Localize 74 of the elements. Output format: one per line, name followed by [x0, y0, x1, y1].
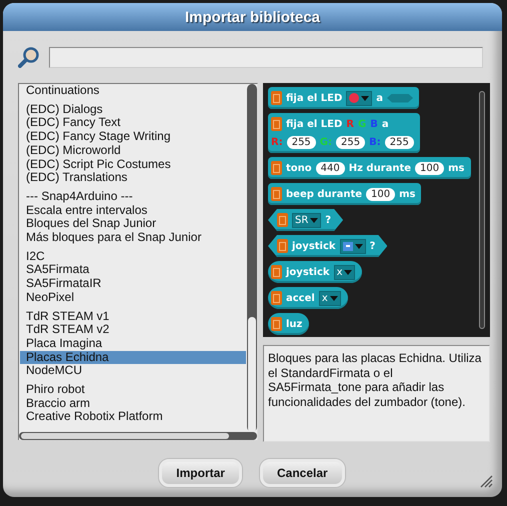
block-label: tono [286, 162, 312, 174]
search-icon [18, 46, 40, 68]
library-item[interactable]: Escala entre intervalos [20, 204, 246, 218]
library-item[interactable]: SA5Firmata [20, 263, 246, 278]
library-item[interactable]: Placas Echidna [20, 350, 246, 364]
vertical-scrollbar[interactable] [479, 91, 485, 329]
block-label: accel [286, 292, 315, 304]
library-item[interactable]: I2C [20, 250, 246, 264]
tile-icon [271, 161, 282, 175]
library-item[interactable]: TdR STEAM v2 [20, 323, 246, 337]
color-dropdown[interactable] [346, 90, 372, 106]
resize-grip-icon[interactable] [479, 474, 493, 488]
dropdown[interactable]: SR [292, 212, 322, 228]
library-item[interactable]: (EDC) Dialogs [20, 102, 246, 116]
library-item[interactable]: NodeMCU [20, 364, 246, 378]
number-slot[interactable]: 440 [316, 162, 345, 174]
block-label: joystick [292, 240, 336, 252]
library-item[interactable]: (EDC) Fancy Stage Writing [20, 130, 246, 144]
block-label: G [358, 118, 366, 130]
tile-icon [271, 291, 282, 305]
import-button[interactable]: Importar [159, 459, 242, 487]
tile-icon [277, 239, 288, 253]
block-label: fija el LED [286, 118, 342, 130]
library-item[interactable]: Braccio arm [20, 396, 246, 410]
library-item[interactable]: Creative Robotix Platform [20, 410, 246, 424]
block-label: R: [271, 136, 283, 148]
tile-icon [271, 187, 282, 201]
block-label: B [370, 118, 378, 130]
dropdown[interactable]: x [334, 264, 356, 280]
block-label: ? [325, 214, 332, 226]
number-slot[interactable]: 255 [286, 136, 316, 148]
tile-icon [271, 91, 282, 105]
window-title: Importar biblioteca [184, 8, 320, 26]
library-item[interactable]: TdR STEAM v1 [20, 310, 246, 324]
library-item[interactable]: Más bloques para el Snap Junior [20, 231, 246, 245]
block-label: ms [448, 162, 465, 174]
block-label: luz [286, 318, 302, 330]
vertical-scrollbar[interactable] [247, 84, 257, 432]
tile-icon [271, 317, 282, 331]
block-label: joystick [286, 266, 330, 278]
block-label: fija el LED [286, 92, 342, 104]
number-slot[interactable]: 255 [384, 136, 414, 148]
block-label: G: [320, 136, 332, 148]
block-label: R [346, 118, 354, 130]
block-label: ms [399, 188, 416, 200]
library-item[interactable]: SA5FirmataIR [20, 277, 246, 291]
library-item[interactable]: Phiro robot [20, 383, 246, 397]
description-text: Bloques para las placas Echidna. Utiliza el StandardFirmata o el SA5Firmata_tone para añadir las funcionalidades del zumbador (tone). [263, 345, 490, 442]
block-label: a [382, 118, 389, 130]
dropdown[interactable]: x [318, 290, 341, 306]
library-item[interactable]: NeoPixel [20, 290, 246, 305]
search-field[interactable] [49, 46, 483, 68]
library-item[interactable]: Bloques del Snap Junior [20, 217, 246, 232]
block-label: beep durante [286, 188, 362, 200]
horizontal-scrollbar[interactable] [19, 432, 257, 440]
library-item[interactable]: (EDC) Script Pic Costumes [20, 158, 246, 172]
number-slot[interactable]: 255 [336, 136, 366, 148]
number-slot[interactable]: 100 [366, 188, 396, 200]
direction-dropdown[interactable] [340, 238, 366, 254]
number-slot[interactable]: 100 [415, 162, 444, 174]
library-item[interactable]: --- Snap4Arduino --- [20, 190, 246, 204]
library-item[interactable]: (EDC) Fancy Text [20, 116, 246, 130]
library-item[interactable]: (EDC) Translations [20, 171, 246, 185]
tile-icon [277, 213, 288, 227]
block-label: ? [370, 240, 376, 252]
library-item[interactable]: Continuations [20, 84, 246, 98]
library-item[interactable]: (EDC) Microworld [20, 144, 246, 158]
block-label: Hz durante [348, 162, 412, 174]
block-label: a [376, 92, 384, 104]
tile-icon [271, 265, 282, 279]
library-item[interactable]: Placa Imagina [20, 336, 246, 351]
block-label: B: [369, 136, 381, 148]
tile-icon [271, 117, 282, 131]
cancel-button[interactable]: Cancelar [260, 459, 345, 487]
